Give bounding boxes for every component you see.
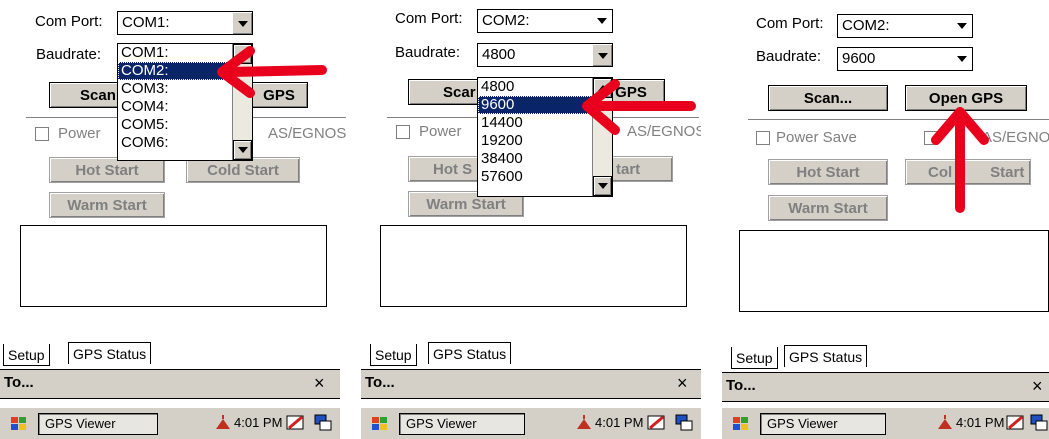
tab-setup[interactable]: Setup [731,347,778,369]
dropdown-arrow-icon[interactable] [952,48,972,70]
power-save-label: Power [419,123,462,140]
screen-panel-baudrate-dropdown: Com Port: COM2: Baudrate: 4800 Scar GPS … [361,0,701,439]
taskbar-app-gps-viewer[interactable]: GPS Viewer [760,413,886,435]
baudrate-label: Baudrate: [756,48,822,65]
gps-satellite-icon [214,415,232,434]
com-port-label: Com Port: [35,13,103,30]
red-arrow-annotation [931,107,989,213]
com-port-value: COM1: [122,14,170,31]
tab-gps-status[interactable]: GPS Status [784,345,868,367]
com-port-value: COM2: [842,17,890,34]
output-textbox[interactable] [739,230,1049,312]
com-port-label: Com Port: [395,10,463,27]
taskbar: GPS Viewer 4:01 PM [361,407,701,439]
separator [748,119,1049,121]
close-icon[interactable]: × [314,373,325,394]
screen-panel-com-port-dropdown: Com Port: COM1: Baudrate: Scan GPS Power… [0,0,349,439]
output-textbox[interactable] [20,225,327,307]
baudrate-combo[interactable]: 4800 [477,43,613,67]
com-port-combo[interactable]: COM2: [837,14,973,38]
screen-panel-open-gps: Com Port: COM2: Baudrate: 9600 Scan... O… [722,0,1049,439]
com-port-value: COM2: [482,12,530,29]
dropdown-arrow-icon[interactable] [592,10,612,32]
window-switch-icon[interactable] [1030,414,1048,435]
tab-strip: Setup GPS Status [0,342,349,368]
scan-button[interactable]: Scan... [768,85,888,111]
connection-icon[interactable] [1006,414,1026,435]
window-switch-icon[interactable] [314,414,332,435]
power-save-checkbox[interactable] [35,127,49,141]
input-bar: To... × [722,372,1049,402]
close-icon[interactable]: × [677,373,688,394]
taskbar: GPS Viewer 4:01 PM [0,407,340,439]
dropdown-arrow-icon[interactable] [952,15,972,37]
com-port-combo[interactable]: COM1: [117,11,253,35]
tab-strip: Setup GPS Status [361,342,701,368]
com-port-combo[interactable]: COM2: [477,9,613,33]
input-bar-title: To... [365,374,395,391]
tab-setup[interactable]: Setup [3,344,50,366]
clock: 4:01 PM [956,415,1005,430]
windows-start-icon[interactable] [730,414,752,434]
close-icon[interactable]: × [1032,376,1043,397]
tab-strip: Setup GPS Status [722,345,1049,371]
taskbar-app-gps-viewer[interactable]: GPS Viewer [399,413,525,435]
dropdown-arrow-icon[interactable] [592,44,612,66]
power-save-label: Power Save [776,129,857,146]
power-save-label: Power [58,125,101,142]
red-arrow-annotation [217,46,327,98]
hot-start-button[interactable]: Hot Start [768,159,888,185]
input-bar: To... × [361,369,701,399]
warm-start-button[interactable]: Warm Start [49,192,165,218]
red-arrow-annotation [582,79,696,135]
taskbar: GPS Viewer 4:01 PM [722,407,1049,439]
baudrate-label: Baudrate: [395,44,461,61]
windows-start-icon[interactable] [8,414,30,434]
input-bar: To... × [0,369,340,399]
baudrate-value: 9600 [842,50,876,67]
windows-start-icon[interactable] [369,414,391,434]
input-bar-title: To... [726,377,756,394]
window-switch-icon[interactable] [675,414,693,435]
gps-satellite-icon [575,415,593,434]
warm-start-button[interactable]: Warm Start [768,195,888,221]
gps-satellite-icon [936,415,954,434]
input-bar-title: To... [4,374,34,391]
baudrate-value: 4800 [482,46,516,63]
output-textbox[interactable] [380,225,687,307]
power-save-checkbox[interactable] [756,131,770,145]
scroll-down-icon[interactable] [593,176,612,196]
power-save-checkbox[interactable] [396,125,410,139]
clock: 4:01 PM [595,415,644,430]
connection-icon[interactable] [647,414,667,435]
dropdown-arrow-icon[interactable] [232,12,252,34]
scan-button[interactable]: Scar [408,79,488,105]
taskbar-app-gps-viewer[interactable]: GPS Viewer [38,413,158,435]
connection-icon[interactable] [286,414,306,435]
tab-gps-status[interactable]: GPS Status [68,342,152,364]
baudrate-combo[interactable]: 9600 [837,47,973,71]
tab-setup[interactable]: Setup [370,344,417,366]
scroll-down-icon[interactable] [233,140,252,160]
sbas-egnos-label: AS/EGNOS [268,125,347,142]
tab-gps-status[interactable]: GPS Status [428,342,512,364]
clock: 4:01 PM [234,415,283,430]
baudrate-label: Baudrate: [36,46,102,63]
com-port-label: Com Port: [756,15,824,32]
